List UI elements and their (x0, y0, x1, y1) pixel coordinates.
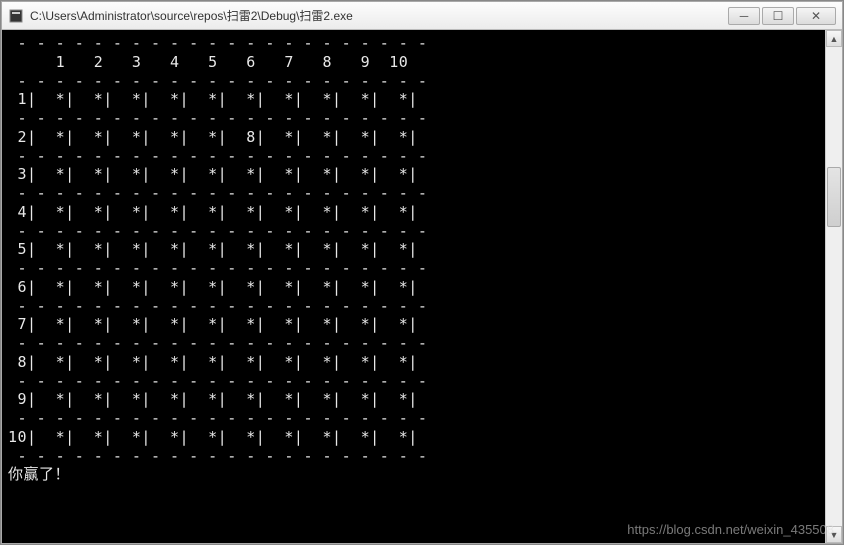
window-title: C:\Users\Administrator\source\repos\扫雷2\… (30, 7, 728, 24)
minimize-button[interactable]: ─ (728, 7, 760, 25)
console-output: - - - - - - - - - - - - - - - - - - - - … (2, 30, 825, 543)
scroll-down-button[interactable]: ▼ (826, 526, 842, 543)
close-button[interactable]: ✕ (796, 7, 836, 25)
app-window: C:\Users\Administrator\source\repos\扫雷2\… (1, 1, 843, 544)
console-area: - - - - - - - - - - - - - - - - - - - - … (2, 30, 842, 543)
window-controls: ─ ☐ ✕ (728, 7, 836, 25)
scroll-up-button[interactable]: ▲ (826, 30, 842, 47)
maximize-button[interactable]: ☐ (762, 7, 794, 25)
vertical-scrollbar[interactable]: ▲ ▼ (825, 30, 842, 543)
titlebar: C:\Users\Administrator\source\repos\扫雷2\… (2, 2, 842, 30)
scroll-thumb[interactable] (827, 167, 841, 227)
scroll-track[interactable] (826, 47, 842, 526)
app-icon (8, 8, 24, 24)
